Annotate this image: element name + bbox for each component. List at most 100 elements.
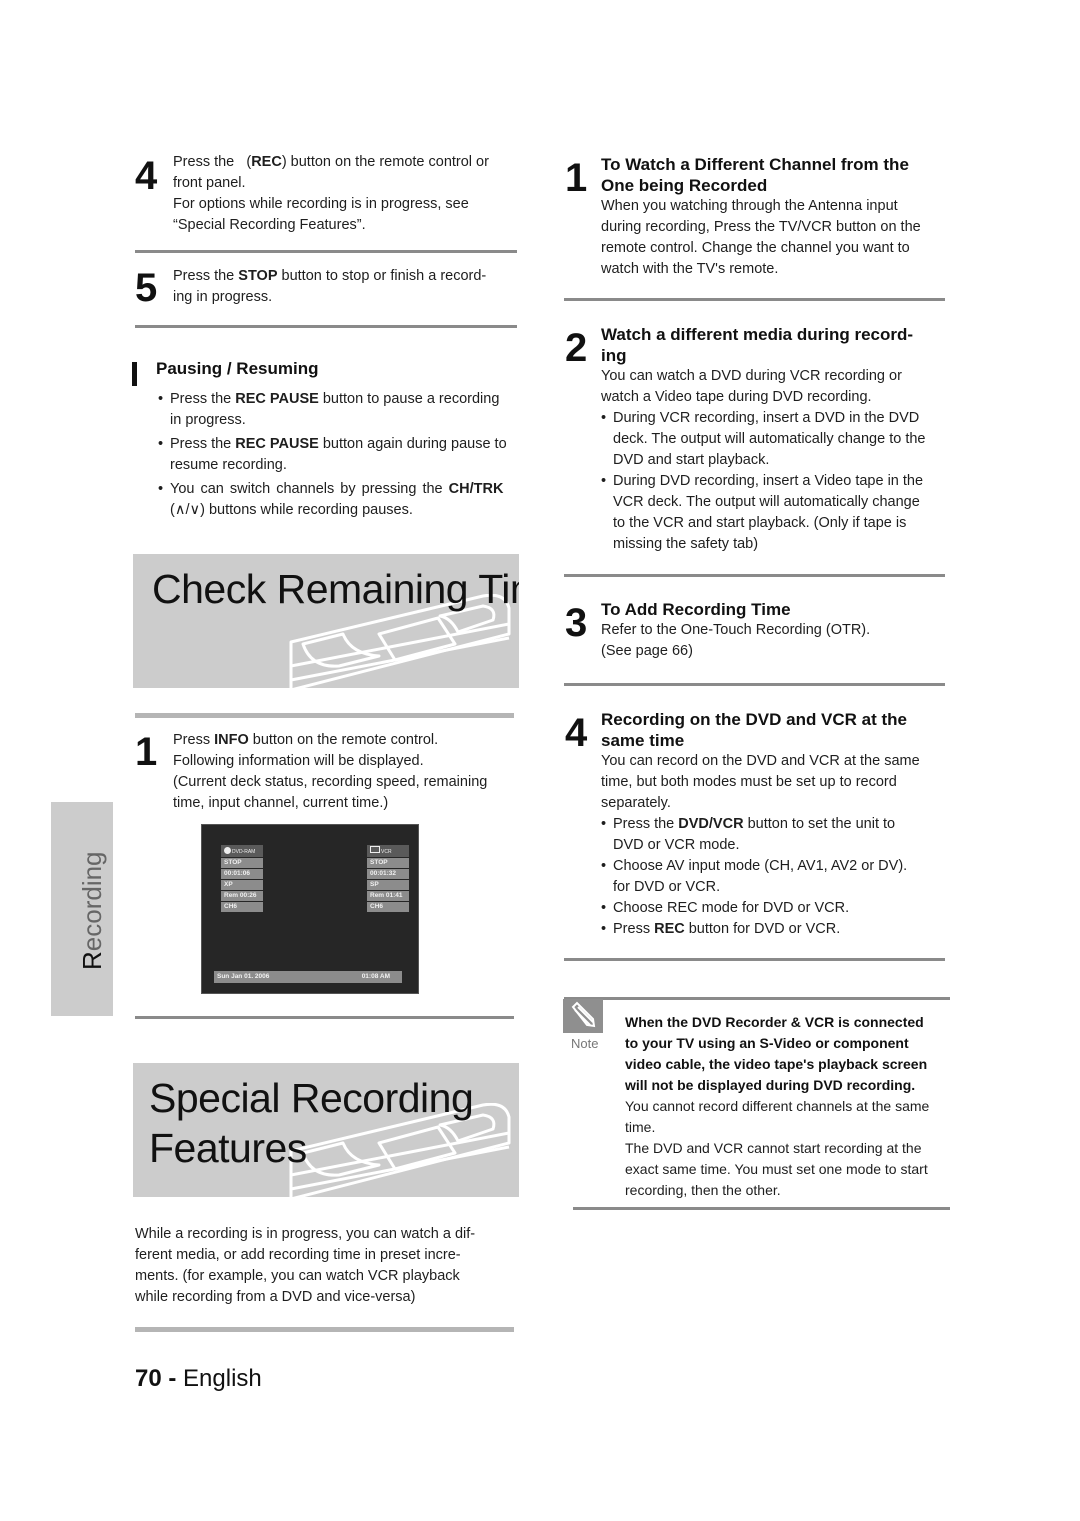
text: You can watch a DVD during VCR recording…	[601, 368, 902, 384]
text: while recording from a DVD and vice-vers…	[135, 1289, 416, 1305]
text: in progress.	[170, 412, 246, 428]
text: Following information will be displayed.	[173, 753, 424, 769]
disc-icon	[224, 847, 231, 854]
list-item: During DVD recording, insert a Video tap…	[601, 471, 946, 555]
section-3: To Add Recording Time Refer to the One-T…	[601, 599, 946, 662]
text: You cannot record different channels at …	[625, 1098, 930, 1114]
text: button on the remote control.	[248, 732, 439, 748]
see-page-link[interactable]: (See page 66)	[601, 641, 946, 662]
text: time, but both modes must be set up to r…	[601, 774, 897, 790]
page-number: 70 -	[135, 1365, 177, 1392]
text: deck. The output will automatically chan…	[613, 431, 926, 447]
step-number: 1	[135, 730, 158, 774]
divider	[135, 325, 517, 328]
text: When the DVD Recorder & VCR is connected	[625, 1014, 924, 1030]
osd-cell: CH6	[367, 902, 409, 912]
info-osd-screen: DVD-RAM STOP 00:01:06 XP Rem 00:26 CH6 V…	[201, 824, 419, 994]
step-number: 4	[135, 154, 158, 198]
text: When you watching through the Antenna in…	[601, 198, 898, 214]
rec-pause-label: REC PAUSE	[235, 391, 319, 407]
list-item: Choose REC mode for DVD or VCR.	[601, 898, 946, 919]
page-footer: 70 - English	[135, 1365, 262, 1393]
info-label: INFO	[214, 732, 249, 748]
text: ments. (for example, you can watch VCR p…	[135, 1268, 460, 1284]
step-5-text: Press the STOP button to stop or finish …	[173, 266, 523, 308]
osd-dvd-header: DVD-RAM	[221, 845, 263, 857]
text: to your TV using an S-Video or component	[625, 1035, 909, 1051]
rec-pause-label: REC PAUSE	[235, 436, 319, 452]
section-title: To Add Recording Time	[601, 600, 791, 619]
osd-cell: Rem 00:26	[221, 891, 263, 901]
note-text: When the DVD Recorder & VCR is connected…	[625, 1012, 955, 1201]
text: watch a Video tape during DVD recording.	[601, 389, 872, 405]
text: separately.	[601, 795, 671, 811]
text: time.	[625, 1119, 656, 1135]
note-icon-box	[563, 999, 603, 1033]
text: Choose AV input mode (CH, AV1, AV2 or DV…	[613, 858, 908, 874]
rec-label: REC	[251, 154, 282, 170]
text: button for DVD or VCR.	[684, 921, 841, 937]
section-title: ing	[601, 346, 627, 365]
text: during recording, Press the TV/VCR butto…	[601, 219, 921, 235]
text: You can record on the DVD and VCR at the…	[601, 753, 920, 769]
text: For options while recording is in progre…	[173, 196, 469, 212]
section-title: To Watch a Different Channel from the	[601, 155, 909, 174]
pencil-icon	[571, 1001, 596, 1028]
step-number: 5	[135, 266, 158, 310]
divider	[564, 298, 945, 301]
step-number: 1	[565, 156, 588, 200]
osd-vcr-header: VCR	[367, 845, 409, 857]
text: watch with the TV's remote.	[601, 261, 779, 277]
text: Choose REC mode for DVD or VCR.	[613, 900, 850, 916]
section-title: Recording on the DVD and VCR at the	[601, 710, 908, 729]
text: Press the	[170, 436, 236, 452]
osd-cell: SP	[367, 880, 409, 890]
list-item: Press the DVD/VCR button to set the unit…	[601, 814, 946, 856]
section-4: Recording on the DVD and VCR at the same…	[601, 709, 946, 940]
language-label: English	[183, 1365, 262, 1392]
divider	[564, 574, 945, 577]
text: Press the	[613, 816, 679, 832]
note-label: Note	[571, 1036, 599, 1051]
text: recording, then the other.	[625, 1182, 781, 1198]
osd-time: 01:08 AM	[361, 973, 390, 980]
text: will not be displayed during DVD recordi…	[625, 1077, 916, 1093]
step-number: 4	[565, 711, 588, 755]
text: You can switch channels by pressing the	[170, 481, 449, 497]
osd-cell: 00:01:06	[221, 869, 263, 879]
text: remote control. Change the channel you w…	[601, 240, 910, 256]
osd-cell: STOP	[367, 858, 409, 868]
step-number: 2	[565, 326, 588, 370]
text: button to stop or finish a record-	[277, 268, 487, 284]
divider	[564, 997, 950, 1000]
list-item: Choose AV input mode (CH, AV1, AV2 or DV…	[601, 856, 946, 898]
text: DVD and start playback.	[613, 452, 770, 468]
text: During DVD recording, insert a Video tap…	[613, 473, 924, 489]
text: “Special Recording Features”.	[173, 217, 366, 233]
text: missing the safety tab)	[613, 536, 759, 552]
banner-title-line1: Special Recording	[149, 1075, 474, 1121]
text: During VCR recording, insert a DVD in th…	[613, 410, 920, 426]
section-title: One being Recorded	[601, 176, 768, 195]
stop-label: STOP	[238, 268, 278, 284]
section-title: Watch a different media during record-	[601, 325, 914, 344]
text: for DVD or VCR.	[613, 879, 721, 895]
osd-cell: CH6	[221, 902, 263, 912]
info-step-text: Press INFO button on the remote control.…	[173, 730, 523, 814]
text: video cable, the video tape's playback s…	[625, 1056, 928, 1072]
pausing-title: Pausing / Resuming	[156, 359, 319, 378]
check-remaining-time-banner: Check Remaining Time	[133, 554, 519, 688]
section-1: To Watch a Different Channel from the On…	[601, 154, 946, 280]
banner-title-line2: Features	[149, 1125, 307, 1171]
side-tab-label: Recording	[77, 851, 108, 970]
step-4-text: Press the (REC) button on the remote con…	[173, 152, 523, 236]
text: VCR	[381, 849, 392, 855]
osd-cell: XP	[221, 880, 263, 890]
osd-cell: Rem 01:41	[367, 891, 409, 901]
text: Press the	[173, 154, 235, 170]
list-item: During VCR recording, insert a DVD in th…	[601, 408, 946, 471]
text: R	[77, 951, 107, 970]
divider	[135, 713, 514, 718]
text: (Current deck status, recording speed, r…	[173, 774, 488, 790]
text: DVD or VCR mode.	[613, 837, 740, 853]
